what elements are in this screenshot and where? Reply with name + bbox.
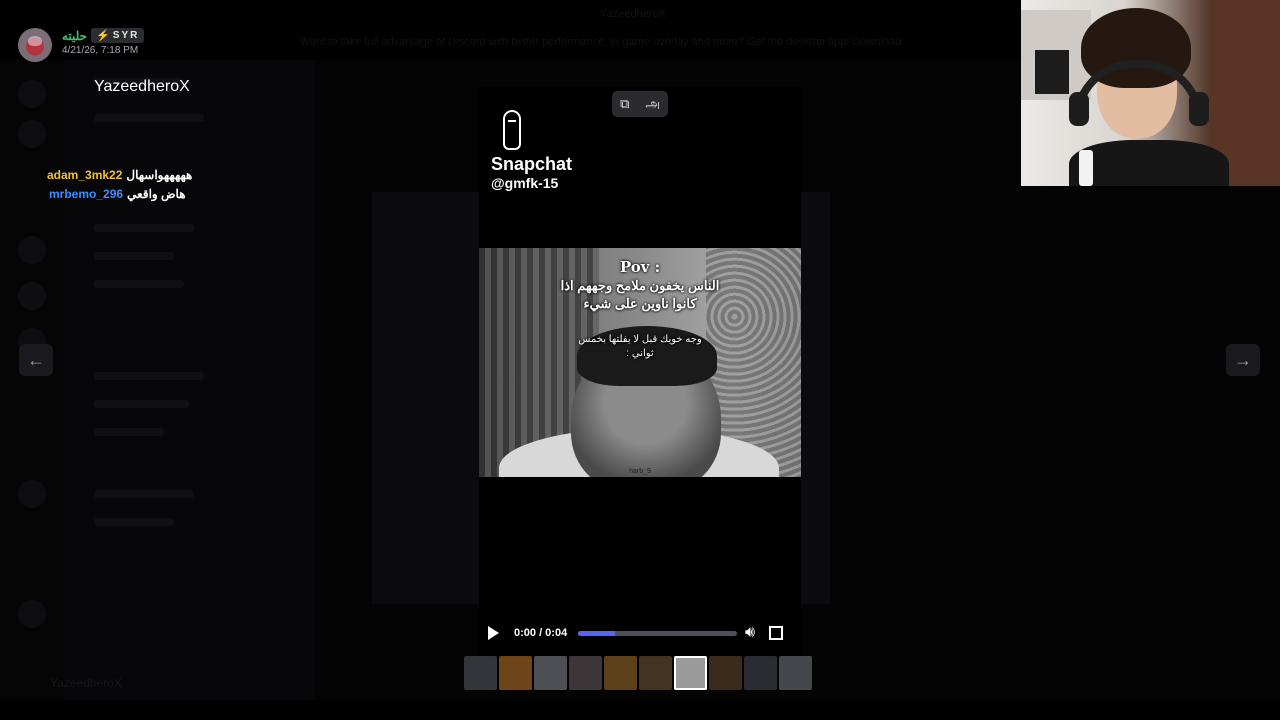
channel-item	[94, 400, 189, 408]
snapchat-ghost-icon	[503, 110, 521, 150]
media-thumbnail[interactable]	[674, 656, 707, 690]
guild-tag: ⚡ SYR	[91, 28, 145, 43]
previous-media-button[interactable]: ←	[19, 344, 53, 376]
arrow-left-icon: ←	[27, 349, 45, 370]
channel-item	[94, 428, 164, 436]
next-media-button[interactable]: →	[1226, 344, 1260, 376]
bolt-icon: ⚡	[96, 30, 110, 42]
chat-line: adam_3mk22 هههههواسهال	[47, 166, 192, 185]
snapchat-handle: @gmfk-15	[491, 175, 559, 191]
channel-item	[94, 372, 204, 380]
window-title: YazeedheroX	[600, 8, 666, 20]
fullscreen-icon[interactable]	[769, 626, 784, 640]
media-thumbnail[interactable]	[744, 656, 777, 690]
channel-item	[94, 518, 174, 526]
download-banner: Want to take full advantage of Discord w…	[300, 36, 1020, 50]
server-icon	[18, 236, 46, 264]
arrow-right-icon: →	[1234, 349, 1252, 370]
video-controls: 0:00 / 0:04 🔊︎	[482, 622, 798, 644]
server-icon	[18, 282, 46, 310]
caption-line: كانوا ناوين على شيء	[583, 296, 697, 311]
banner-text: Want to take full advantage of Discord w…	[300, 36, 850, 48]
headset-earcup	[1069, 92, 1089, 126]
media-thumbnail[interactable]	[499, 656, 532, 690]
media-toolbar: ⧉ அ	[612, 91, 668, 117]
snapchat-title: Snapchat	[491, 154, 573, 174]
media-thumbnail[interactable]	[709, 656, 742, 690]
media-thumbnail[interactable]	[639, 656, 672, 690]
caption-line: الناس يخفون ملامح وجههم اذا	[560, 278, 720, 293]
media-author: حليته ⚡ SYR 4/21/26, 7:18 PM	[18, 28, 145, 62]
thumbnail-strip	[464, 656, 812, 690]
server-icon	[18, 80, 46, 108]
media-thumbnail[interactable]	[534, 656, 567, 690]
guild-tag-label: SYR	[112, 30, 140, 41]
media-thumbnail[interactable]	[464, 656, 497, 690]
snapchat-watermark: Snapchat @gmfk-15	[491, 110, 572, 191]
chat-username: adam_3mk22	[47, 168, 123, 182]
headset-earcup	[1189, 92, 1209, 126]
server-rail	[0, 60, 64, 700]
channel-item	[94, 490, 194, 498]
microphone	[1079, 150, 1093, 186]
play-icon[interactable]	[488, 626, 499, 640]
video-time: 0:00 / 0:04	[514, 627, 568, 639]
webcam-background	[1035, 50, 1069, 94]
translate-icon[interactable]: அ	[645, 96, 659, 113]
chat-username: mrbemo_296	[49, 187, 124, 201]
video-frame[interactable]: Pov : الناس يخفون ملامح وجههم اذا كانوا …	[479, 248, 801, 477]
caption-line: ثواني :	[626, 348, 654, 359]
chat-message: هههههواسهال	[126, 168, 193, 182]
media-thumbnail[interactable]	[569, 656, 602, 690]
channel-item	[94, 224, 194, 232]
channel-list: YazeedheroX	[64, 60, 314, 700]
channel-item	[94, 252, 174, 260]
server-name: YazeedheroX	[94, 78, 190, 95]
streamer-body	[1069, 140, 1229, 186]
video-progress-fill	[578, 630, 615, 636]
server-icon	[18, 120, 46, 148]
caption-line: وجه خويك قبل لا يفلتها بخمس	[578, 334, 702, 345]
open-original-icon[interactable]: ⧉	[620, 96, 629, 112]
chat-message: هاض واقعي	[127, 187, 186, 201]
volume-icon[interactable]: 🔊︎	[745, 624, 755, 642]
caption-pov: Pov :	[619, 258, 661, 276]
video-watermark: harb_9	[629, 468, 651, 475]
avatar[interactable]	[18, 28, 52, 62]
download-button[interactable]: Download	[852, 36, 901, 48]
channel-item	[94, 280, 184, 288]
channel-item	[94, 114, 204, 122]
chat-line: mrbemo_296 هاض واقعي	[47, 185, 192, 204]
server-icon	[18, 480, 46, 508]
media-thumbnail[interactable]	[779, 656, 812, 690]
timestamp: 4/21/26, 7:18 PM	[62, 45, 139, 56]
author-name[interactable]: حليته	[62, 29, 87, 43]
webcam-overlay	[1021, 0, 1280, 186]
server-icon	[18, 600, 46, 628]
video-progress-bar[interactable]	[578, 630, 737, 636]
media-thumbnail[interactable]	[604, 656, 637, 690]
live-chat-overlay: adam_3mk22 هههههواسهال mrbemo_296 هاض وا…	[47, 166, 192, 204]
user-panel-name: YazeedheroX	[50, 676, 122, 690]
